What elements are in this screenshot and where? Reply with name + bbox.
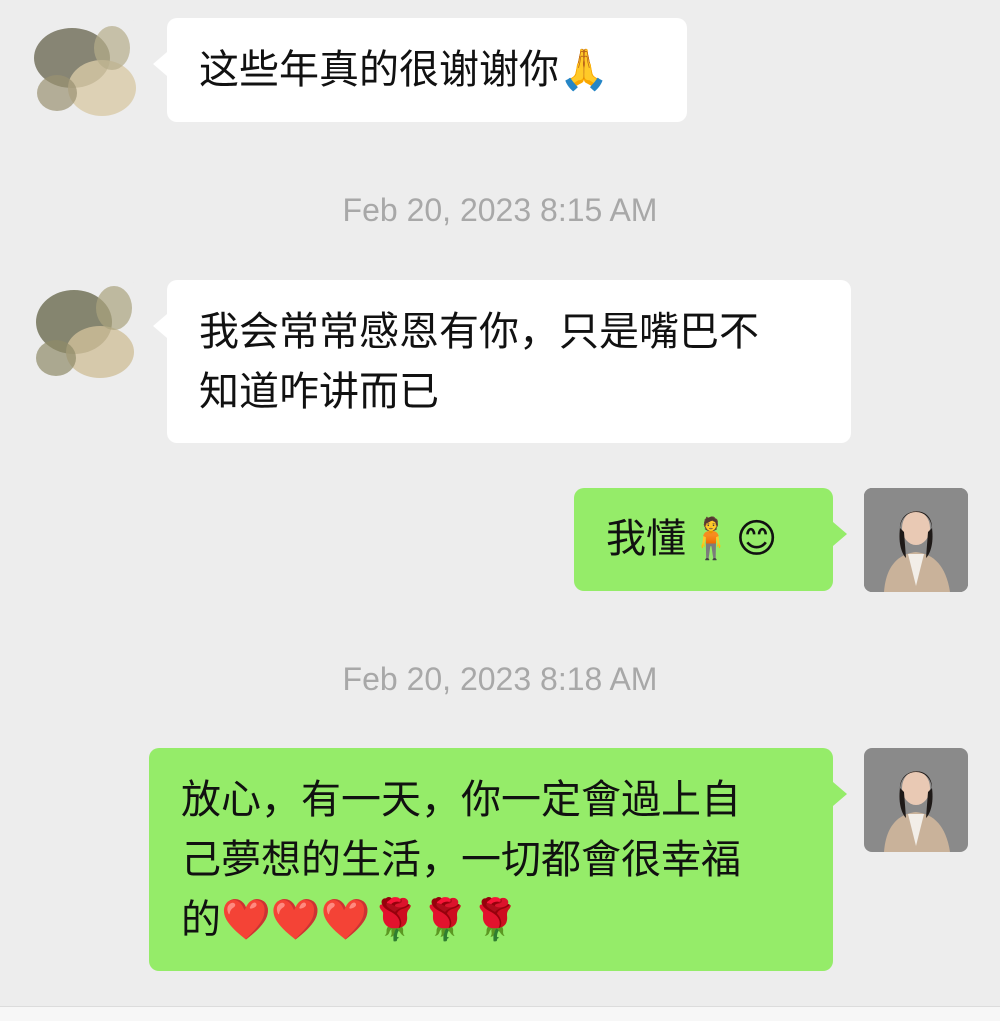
message-text-line: 己夢想的生活，一切都會很幸福 <box>181 837 741 883</box>
profile-photo-avatar <box>864 748 968 852</box>
input-bar-edge <box>0 1006 1000 1021</box>
message-text: 这些年真的很谢谢你 <box>199 47 559 93</box>
bubble-tail <box>833 782 847 806</box>
praying-hands-icon: 🙏 <box>559 47 609 93</box>
contact-avatar[interactable] <box>32 18 136 122</box>
message-text: 我懂 <box>606 516 686 562</box>
hearts-roses-emoji-icon: ❤️❤️❤️🌹🌹🌹 <box>221 897 520 943</box>
chat-conversation: 这些年真的很谢谢你🙏 Feb 20, 2023 8:15 AM 我会常常感恩有你… <box>0 0 1000 1021</box>
message-text-line: 的❤️❤️❤️🌹🌹🌹 <box>181 890 801 950</box>
profile-photo-avatar <box>864 488 968 592</box>
message-text-line: 知道咋讲而已 <box>199 369 439 415</box>
contact-avatar[interactable] <box>32 280 136 384</box>
message-timestamp: Feb 20, 2023 8:15 AM <box>342 192 658 228</box>
self-avatar[interactable] <box>864 488 968 592</box>
blurred-avatar-icon <box>32 18 136 122</box>
blurred-avatar-icon <box>32 280 136 384</box>
bubble-tail <box>833 522 847 546</box>
message-bubble-incoming[interactable]: 这些年真的很谢谢你🙏 <box>153 18 687 122</box>
bubble-tail <box>153 314 167 338</box>
message-bubble-incoming[interactable]: 我会常常感恩有你，只是嘴巴不 知道咋讲而已 <box>153 280 851 443</box>
message-text-line: 放心，有一天，你一定會過上自 <box>181 777 741 823</box>
message-bubble-outgoing[interactable]: 放心，有一天，你一定會過上自 己夢想的生活，一切都會很幸福 的❤️❤️❤️🌹🌹🌹 <box>149 748 847 971</box>
person-smile-emoji-icon: 🧍😊 <box>686 516 778 562</box>
message-text: 的 <box>181 897 221 943</box>
self-avatar[interactable] <box>864 748 968 852</box>
message-timestamp: Feb 20, 2023 8:18 AM <box>342 661 658 697</box>
message-bubble-outgoing[interactable]: 我懂🧍😊 <box>574 488 847 591</box>
message-text-line: 我会常常感恩有你，只是嘴巴不 <box>199 309 759 355</box>
bubble-tail <box>153 52 167 76</box>
